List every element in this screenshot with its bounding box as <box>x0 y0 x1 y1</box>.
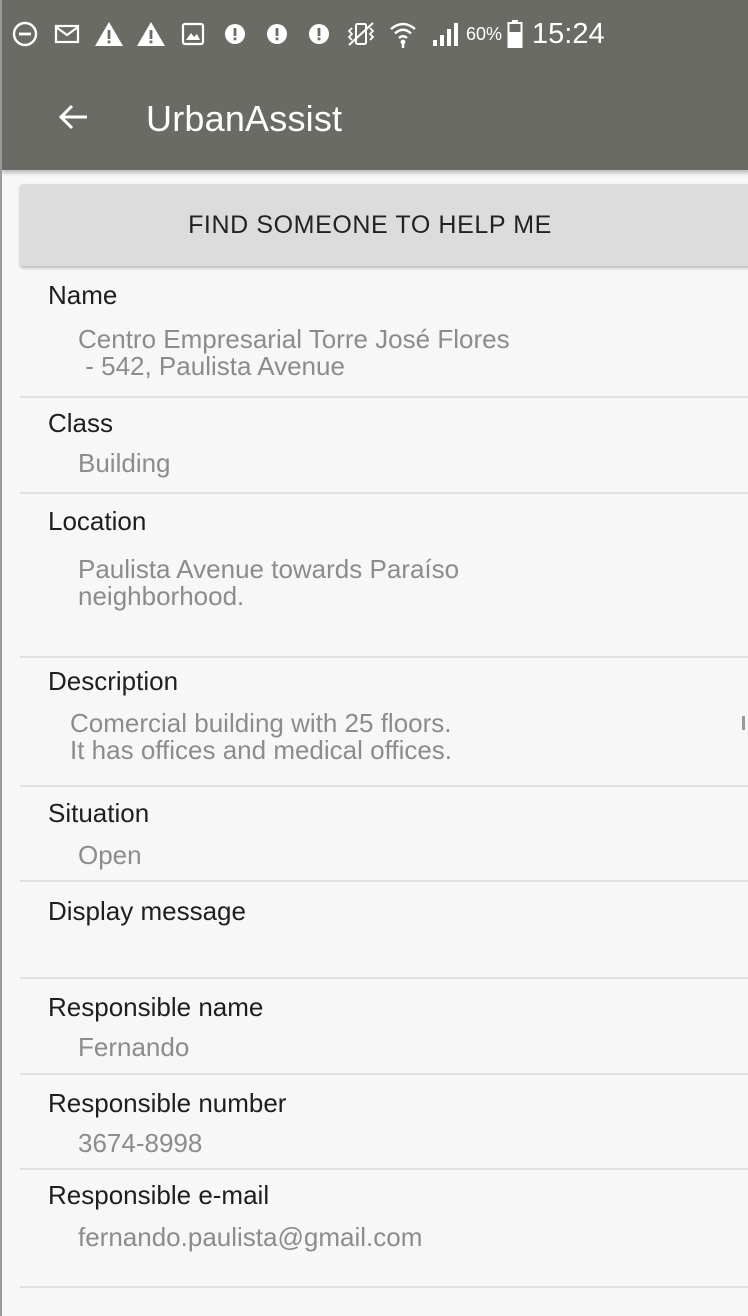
field-value: Comercial building with 25 floors. It ha… <box>70 708 453 765</box>
field-label: Display message <box>48 896 246 926</box>
signal-icon <box>428 17 462 51</box>
field-label: Situation <box>48 798 150 828</box>
field-value: Open <box>78 840 142 870</box>
minus-circle-icon <box>8 17 42 51</box>
field-label: Responsible name <box>48 992 264 1022</box>
divider <box>20 656 748 658</box>
arrow-back-icon <box>57 103 89 136</box>
image-icon <box>176 17 210 51</box>
field-label: Responsible number <box>48 1088 287 1118</box>
field-label: Description <box>48 666 179 696</box>
app-title: UrbanAssist <box>146 98 343 139</box>
field-label: Location <box>48 506 147 536</box>
divider <box>20 1286 748 1288</box>
find-help-button[interactable]: FIND SOMEONE TO HELP ME <box>20 184 748 266</box>
divider <box>20 785 748 787</box>
alert-circle-icon <box>218 17 252 51</box>
screen: 60% 15:24 UrbanAssist FIND SOMEONE TO HE… <box>0 0 748 1316</box>
divider <box>20 396 748 398</box>
divider <box>20 492 748 494</box>
divider <box>20 880 748 882</box>
scroll-indicator[interactable] <box>742 716 745 730</box>
warning-icon <box>92 17 126 51</box>
back-button[interactable] <box>38 84 108 154</box>
field-value: Building <box>78 448 171 478</box>
divider <box>20 1073 748 1075</box>
field-label: Name <box>48 280 118 310</box>
battery-icon <box>506 17 524 51</box>
status-bar: 60% 15:24 <box>2 0 748 68</box>
status-time: 15:24 <box>532 17 605 50</box>
warning-icon <box>134 17 168 51</box>
divider <box>20 977 748 979</box>
vibrate-icon <box>344 17 378 51</box>
alert-circle-icon <box>260 17 294 51</box>
mail-icon <box>50 17 84 51</box>
app-bar: UrbanAssist <box>2 68 748 170</box>
alert-circle-icon <box>302 17 336 51</box>
field-value: Fernando <box>78 1032 190 1062</box>
field-value: fernando.paulista@gmail.com <box>78 1222 423 1252</box>
battery-percent: 60% <box>466 23 503 44</box>
wifi-icon <box>386 17 420 51</box>
field-label: Responsible e-mail <box>48 1180 270 1210</box>
field-value: Centro Empresarial Torre José Flores - 5… <box>78 324 510 381</box>
divider <box>20 1168 748 1170</box>
field-value: Paulista Avenue towards Paraíso neighbor… <box>78 554 460 611</box>
field-label: Class <box>48 408 114 438</box>
field-value: 3674-8998 <box>78 1128 203 1158</box>
